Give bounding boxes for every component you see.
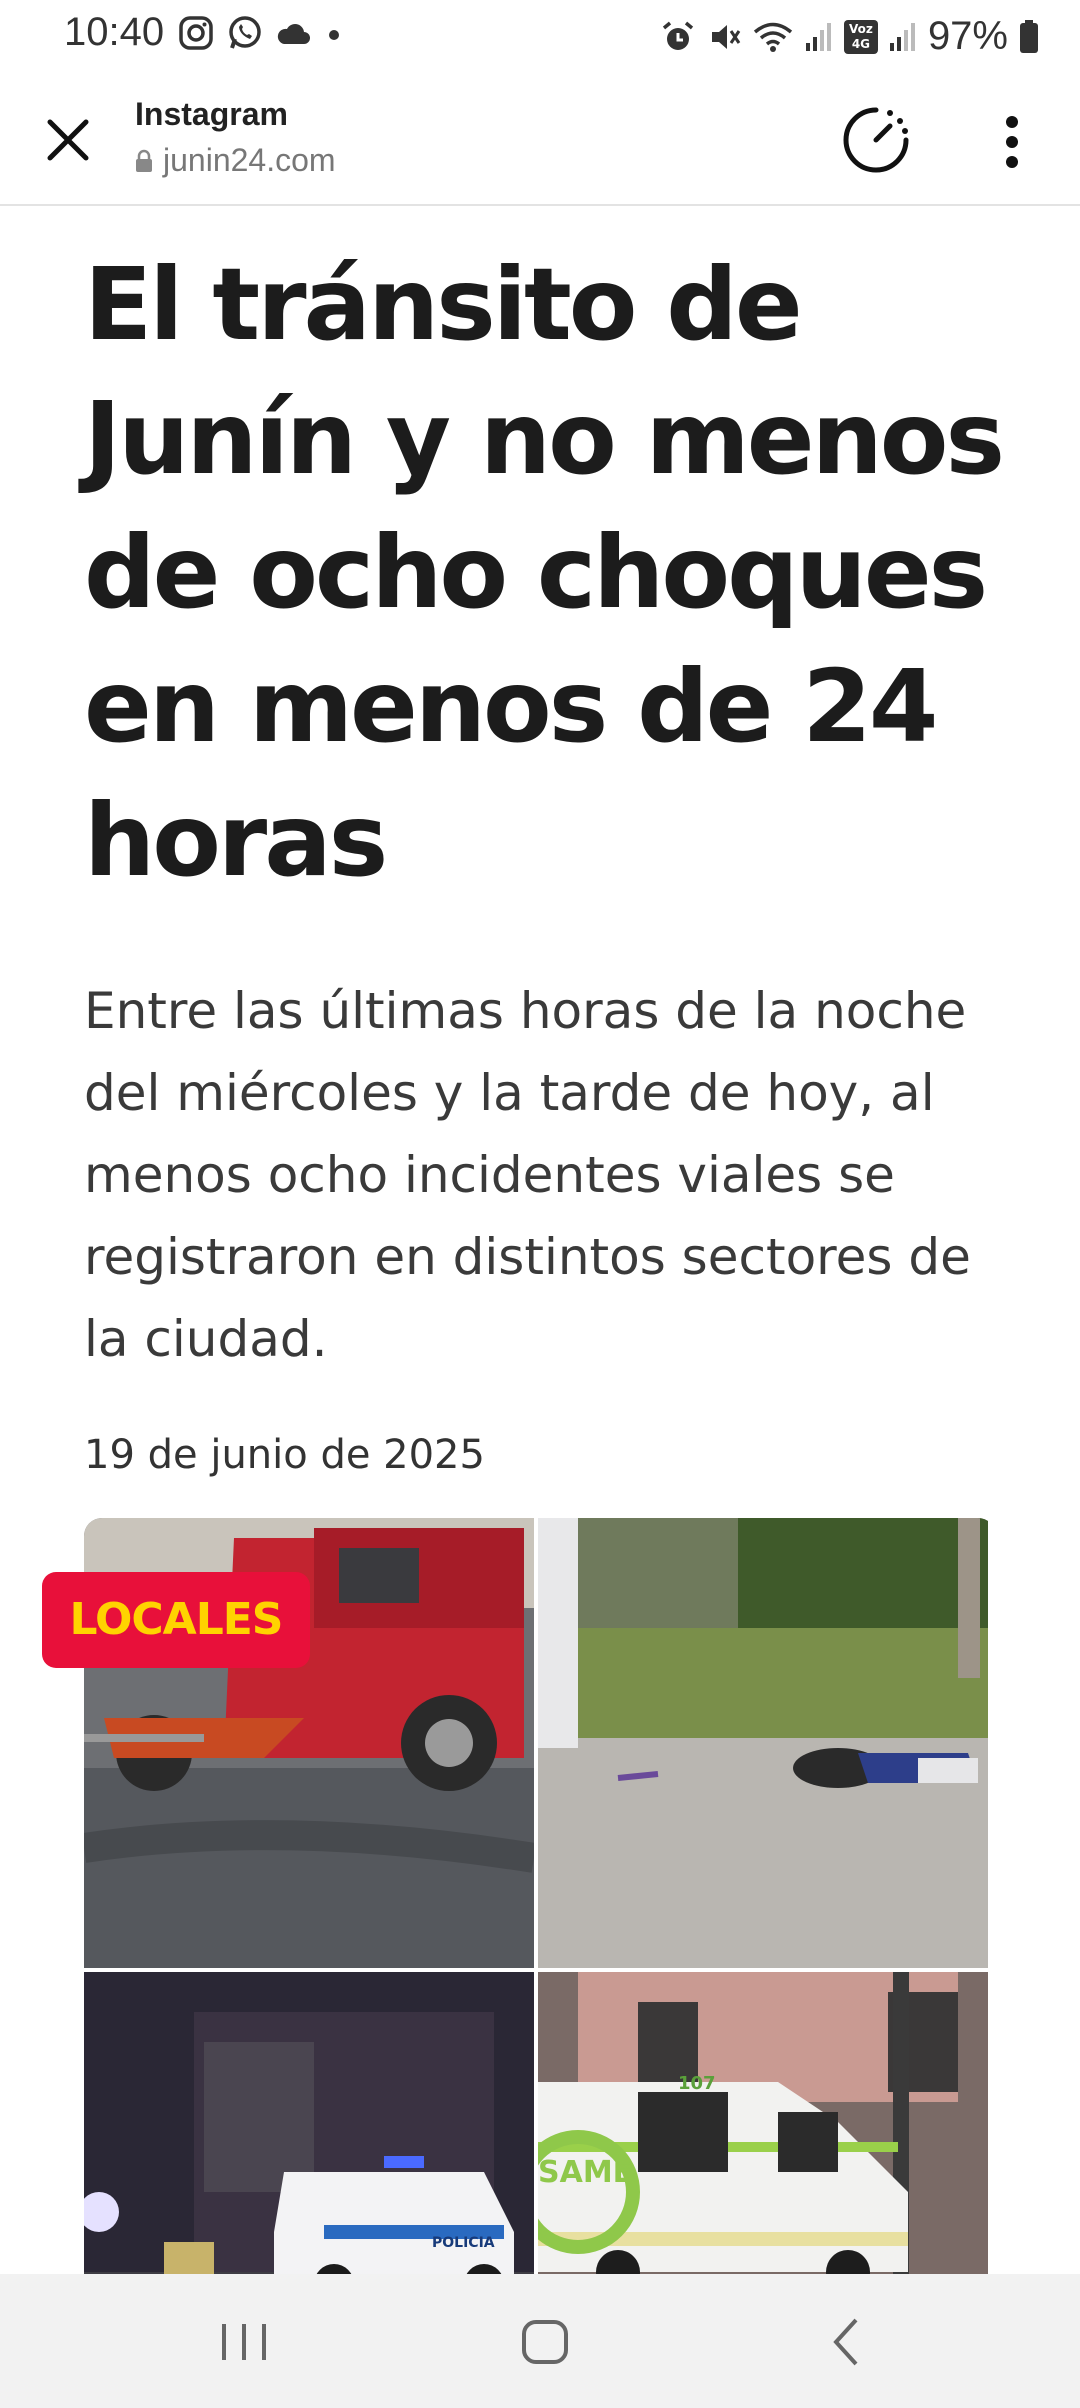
network-badge-label: Voz 4G — [849, 21, 873, 51]
article-lead: Entre las últimas horas de la noche del … — [84, 982, 971, 1368]
mute-icon — [711, 24, 741, 49]
toolbar-url[interactable]: junin24.com — [135, 142, 336, 179]
battery-percent: 97% — [927, 14, 1008, 58]
photo-police-night: POLICIA — [84, 1972, 534, 2276]
photo-fallen-motorcycle-image — [538, 1518, 988, 1968]
status-bar: 10:40 Voz 4G 97% — [0, 0, 1080, 72]
photo-police-night-image: POLICIA — [84, 1972, 534, 2276]
signal-icon — [889, 22, 915, 51]
ambulance-brand-text: SAME — [538, 2155, 633, 2190]
battery-icon — [1020, 19, 1038, 53]
close-icon[interactable] — [40, 112, 96, 168]
recent-apps-icon[interactable] — [209, 2310, 279, 2374]
custom-tab-toolbar: Instagram junin24.com — [0, 72, 1080, 206]
signal-icon — [805, 22, 831, 51]
article-date: 19 de junio de 2025 — [84, 1432, 485, 1478]
photo-ambulance-image: SAME 107 — [538, 1972, 988, 2276]
police-text: POLICIA — [432, 2235, 495, 2251]
home-icon[interactable] — [510, 2310, 580, 2374]
volte-icon: Voz 4G — [843, 19, 878, 54]
dot-icon — [329, 30, 339, 40]
article-headline: El tránsito de Junín y no menos de ocho … — [84, 246, 1005, 899]
instagram-icon — [179, 16, 213, 50]
toolbar-title: Instagram — [135, 96, 288, 132]
url-text: junin24.com — [163, 142, 336, 178]
category-badge[interactable]: LOCALES — [42, 1572, 310, 1668]
status-right-icons: Voz 4G 97% — [660, 14, 1040, 59]
status-time: 10:40 — [64, 10, 165, 54]
whatsapp-icon — [229, 16, 261, 49]
timer-icon[interactable] — [838, 102, 914, 178]
system-nav-bar — [0, 2274, 1080, 2408]
ambulance-number-text: 107 — [678, 2073, 716, 2094]
wifi-icon — [753, 22, 793, 52]
photo-ambulance: SAME 107 — [538, 1972, 988, 2276]
status-left-icons — [178, 14, 344, 52]
photo-fallen-motorcycle — [538, 1518, 988, 1968]
alarm-icon — [662, 21, 694, 50]
back-icon[interactable] — [812, 2310, 882, 2374]
more-options-icon[interactable] — [990, 112, 1034, 172]
cloud-icon — [277, 24, 310, 44]
lock-icon — [136, 149, 152, 172]
